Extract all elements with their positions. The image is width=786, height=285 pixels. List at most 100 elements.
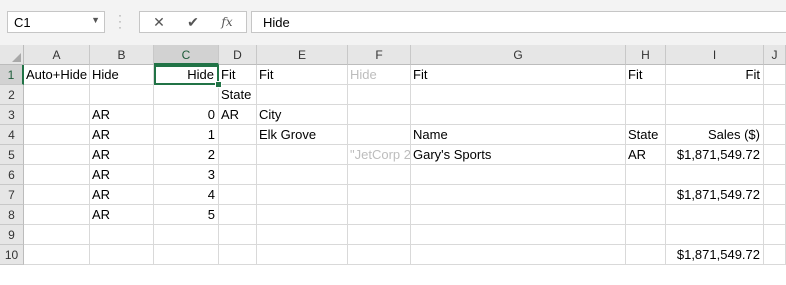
cell-h6[interactable] <box>626 165 666 185</box>
cell-b7[interactable]: AR <box>90 185 154 205</box>
cell-d5[interactable] <box>219 145 257 165</box>
column-header-a[interactable]: A <box>24 45 90 65</box>
cell-h2[interactable] <box>626 85 666 105</box>
cell-b4[interactable]: AR <box>90 125 154 145</box>
cell-h9[interactable] <box>626 225 666 245</box>
cell-j1[interactable] <box>764 65 786 85</box>
cell-g8[interactable] <box>411 205 626 225</box>
cell-a3[interactable] <box>24 105 90 125</box>
cell-h3[interactable] <box>626 105 666 125</box>
cell-c8[interactable]: 5 <box>154 205 219 225</box>
cell-h4[interactable]: State <box>626 125 666 145</box>
cell-f5[interactable]: "JetCorp 2 <box>348 145 411 165</box>
cell-j4[interactable] <box>764 125 786 145</box>
cell-f8[interactable] <box>348 205 411 225</box>
column-header-f[interactable]: F <box>348 45 411 65</box>
cell-f1[interactable]: Hide <box>348 65 411 85</box>
cell-h7[interactable] <box>626 185 666 205</box>
cancel-icon[interactable]: ✕ <box>144 13 174 31</box>
cell-d8[interactable] <box>219 205 257 225</box>
cell-i7[interactable]: $1,871,549.72 <box>666 185 764 205</box>
cell-b6[interactable]: AR <box>90 165 154 185</box>
cell-d4[interactable] <box>219 125 257 145</box>
row-header-1[interactable]: 1 <box>0 65 24 85</box>
cell-b10[interactable] <box>90 245 154 265</box>
cell-d9[interactable] <box>219 225 257 245</box>
cell-a4[interactable] <box>24 125 90 145</box>
name-box[interactable]: C1 ▼ <box>7 11 105 33</box>
cell-g5[interactable]: Gary's Sports <box>411 145 626 165</box>
cell-j5[interactable] <box>764 145 786 165</box>
cell-a10[interactable] <box>24 245 90 265</box>
cell-j9[interactable] <box>764 225 786 245</box>
cell-j8[interactable] <box>764 205 786 225</box>
cell-i8[interactable] <box>666 205 764 225</box>
row-header-8[interactable]: 8 <box>0 205 24 225</box>
cell-c10[interactable] <box>154 245 219 265</box>
enter-check-icon[interactable]: ✔ <box>178 13 208 31</box>
cell-g6[interactable] <box>411 165 626 185</box>
insert-function-icon[interactable]: fx <box>212 13 242 31</box>
cell-e1[interactable]: Fit <box>257 65 348 85</box>
cell-d6[interactable] <box>219 165 257 185</box>
cell-i2[interactable] <box>666 85 764 105</box>
cell-c3[interactable]: 0 <box>154 105 219 125</box>
row-header-2[interactable]: 2 <box>0 85 24 105</box>
cell-b1[interactable]: Hide <box>90 65 154 85</box>
column-header-b[interactable]: B <box>90 45 154 65</box>
cell-c6[interactable]: 3 <box>154 165 219 185</box>
cell-e9[interactable] <box>257 225 348 245</box>
cell-j3[interactable] <box>764 105 786 125</box>
cell-i9[interactable] <box>666 225 764 245</box>
cell-c4[interactable]: 1 <box>154 125 219 145</box>
cell-e4[interactable]: Elk Grove <box>257 125 348 145</box>
cell-i5[interactable]: $1,871,549.72 <box>666 145 764 165</box>
row-header-5[interactable]: 5 <box>0 145 24 165</box>
cell-a2[interactable] <box>24 85 90 105</box>
cell-d7[interactable] <box>219 185 257 205</box>
column-header-j[interactable]: J <box>764 45 786 65</box>
row-header-6[interactable]: 6 <box>0 165 24 185</box>
row-header-4[interactable]: 4 <box>0 125 24 145</box>
cell-f6[interactable] <box>348 165 411 185</box>
cell-e7[interactable] <box>257 185 348 205</box>
cell-h5[interactable]: AR <box>626 145 666 165</box>
column-header-i[interactable]: I <box>666 45 764 65</box>
cell-f3[interactable] <box>348 105 411 125</box>
row-header-3[interactable]: 3 <box>0 105 24 125</box>
cell-a5[interactable] <box>24 145 90 165</box>
cell-j7[interactable] <box>764 185 786 205</box>
cell-j2[interactable] <box>764 85 786 105</box>
cell-j6[interactable] <box>764 165 786 185</box>
cell-b9[interactable] <box>90 225 154 245</box>
cell-a1[interactable]: Auto+Hide <box>24 65 90 85</box>
cell-f10[interactable] <box>348 245 411 265</box>
cell-f9[interactable] <box>348 225 411 245</box>
drag-handle-icon[interactable]: · · · <box>118 9 122 33</box>
cell-g1[interactable]: Fit <box>411 65 626 85</box>
cell-b5[interactable]: AR <box>90 145 154 165</box>
cell-g3[interactable] <box>411 105 626 125</box>
cell-c1[interactable]: Hide <box>154 65 219 85</box>
cell-e8[interactable] <box>257 205 348 225</box>
cell-j10[interactable] <box>764 245 786 265</box>
cell-a7[interactable] <box>24 185 90 205</box>
column-header-e[interactable]: E <box>257 45 348 65</box>
cell-d10[interactable] <box>219 245 257 265</box>
row-header-10[interactable]: 10 <box>0 245 24 265</box>
column-header-d[interactable]: D <box>219 45 257 65</box>
cell-h8[interactable] <box>626 205 666 225</box>
cell-i1[interactable]: Fit <box>666 65 764 85</box>
cell-d3[interactable]: AR <box>219 105 257 125</box>
cell-i3[interactable] <box>666 105 764 125</box>
chevron-down-icon[interactable]: ▼ <box>91 15 100 25</box>
cell-f7[interactable] <box>348 185 411 205</box>
cell-d1[interactable]: Fit <box>219 65 257 85</box>
formula-input[interactable]: Hide <box>251 11 786 33</box>
cell-f2[interactable] <box>348 85 411 105</box>
column-header-c[interactable]: C <box>154 45 219 65</box>
cell-h1[interactable]: Fit <box>626 65 666 85</box>
cell-g7[interactable] <box>411 185 626 205</box>
cell-i6[interactable] <box>666 165 764 185</box>
cell-e6[interactable] <box>257 165 348 185</box>
